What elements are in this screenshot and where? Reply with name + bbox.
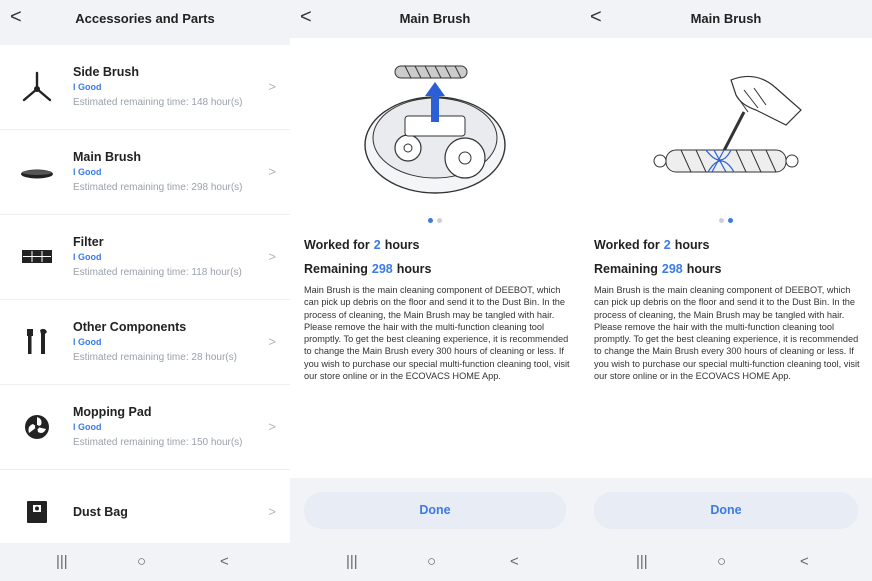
remaining-time: Estimated remaining time: 148 hour(s): [73, 97, 243, 108]
tools-icon: [27, 328, 47, 354]
filter-icon: [22, 250, 52, 263]
top-bar: < Main Brush: [290, 0, 580, 38]
accessories-screen: < Accessories and Parts Side Brush l Goo…: [0, 0, 290, 581]
status-badge: l Good: [73, 252, 102, 262]
system-navbar: ||| ○ <: [290, 543, 580, 581]
chevron-right-icon: >: [268, 334, 276, 349]
worked-label: Worked for: [304, 238, 370, 252]
chevron-right-icon: >: [268, 419, 276, 434]
brush-cleaning-illustration: [653, 75, 802, 173]
home-button[interactable]: ○: [137, 553, 146, 570]
main-brush-detail-screen-2: < Main Brush Worked for 2 hours Remainin…: [580, 0, 872, 581]
dust-bag-icon: [27, 501, 47, 523]
nav-back-button[interactable]: <: [510, 553, 519, 570]
description-text: Main Brush is the main cleaning componen…: [594, 285, 860, 382]
item-name: Dust Bag: [73, 505, 128, 519]
status-badge: l Good: [73, 82, 102, 92]
item-name: Mopping Pad: [73, 405, 152, 419]
worked-for-line: Worked for 2 hours: [304, 238, 570, 252]
system-navbar: ||| ○ <: [0, 543, 290, 581]
list-item-main-brush[interactable]: Main Brush l Good Estimated remaining ti…: [0, 130, 290, 215]
chevron-right-icon: >: [268, 164, 276, 179]
top-bar: < Accessories and Parts: [0, 0, 290, 38]
list-item-other-components[interactable]: Other Components l Good Estimated remain…: [0, 300, 290, 385]
done-button[interactable]: Done: [594, 492, 858, 529]
page-indicator: [580, 210, 872, 228]
chevron-right-icon: >: [268, 249, 276, 264]
done-button[interactable]: Done: [304, 492, 566, 529]
home-button[interactable]: ○: [427, 553, 436, 570]
remaining-label: Remaining: [594, 262, 658, 276]
main-brush-detail-screen-1: < Main Brush Worked for 2 hours Remainin…: [290, 0, 580, 581]
robot-brush-removal-illustration: [364, 65, 506, 194]
page-dot-1[interactable]: [428, 218, 433, 223]
main-brush-icon: [21, 169, 53, 179]
status-badge: l Good: [73, 167, 102, 177]
page-dot-1[interactable]: [719, 218, 724, 223]
nav-back-button[interactable]: <: [800, 553, 809, 570]
side-brush-icon: [22, 71, 52, 102]
description-text: Main Brush is the main cleaning componen…: [304, 285, 570, 382]
page-title: Accessories and Parts: [75, 11, 215, 26]
recents-button[interactable]: |||: [56, 553, 68, 570]
worked-hours-value: 2: [373, 238, 381, 252]
recents-button[interactable]: |||: [346, 553, 358, 570]
remaining-label: Remaining: [304, 262, 368, 276]
mopping-pad-icon: [25, 415, 49, 439]
home-button[interactable]: ○: [717, 553, 726, 570]
status-badge: l Good: [73, 422, 102, 432]
top-bar: < Main Brush: [580, 0, 872, 38]
remaining-time: Estimated remaining time: 298 hour(s): [73, 182, 243, 193]
item-name: Other Components: [73, 320, 187, 334]
remaining-hours-value: 298: [661, 262, 683, 276]
list-item-filter[interactable]: Filter l Good Estimated remaining time: …: [0, 215, 290, 300]
detail-card: Worked for 2 hours Remaining 298 hours Main …: [290, 38, 580, 478]
remaining-time: Estimated remaining time: 118 hour(s): [73, 267, 242, 278]
chevron-right-icon: >: [268, 504, 276, 519]
list-item-mopping-pad[interactable]: Mopping Pad l Good Estimated remaining t…: [0, 385, 290, 470]
page-indicator: [290, 210, 580, 228]
worked-label: Worked for: [594, 238, 660, 252]
remaining-hours-value: 298: [371, 262, 393, 276]
item-name: Side Brush: [73, 65, 139, 79]
remaining-unit: hours: [396, 262, 432, 276]
worked-unit: hours: [384, 238, 420, 252]
worked-unit: hours: [674, 238, 710, 252]
remaining-unit: hours: [686, 262, 722, 276]
status-badge: l Good: [73, 337, 102, 347]
remaining-time: Estimated remaining time: 150 hour(s): [73, 437, 243, 448]
page-dot-2[interactable]: [728, 218, 733, 223]
chevron-right-icon: >: [268, 79, 276, 94]
detail-card: Worked for 2 hours Remaining 298 hours Main …: [580, 38, 872, 478]
remaining-line: Remaining 298 hours: [304, 262, 570, 276]
nav-back-button[interactable]: <: [220, 553, 229, 570]
usage-info: Worked for 2 hours Remaining 298 hours Main …: [304, 238, 570, 382]
worked-for-line: Worked for 2 hours: [594, 238, 862, 252]
system-navbar: ||| ○ <: [580, 543, 872, 581]
item-name: Main Brush: [73, 150, 142, 164]
remaining-time: Estimated remaining time: 28 hour(s): [73, 352, 237, 363]
page-title: Main Brush: [399, 11, 471, 26]
page-dot-2[interactable]: [437, 218, 442, 223]
accessory-list: Side Brush l Good Estimated remaining ti…: [0, 45, 290, 555]
page-title: Main Brush: [690, 11, 762, 26]
item-name: Filter: [73, 235, 104, 249]
remaining-line: Remaining 298 hours: [594, 262, 862, 276]
list-item-side-brush[interactable]: Side Brush l Good Estimated remaining ti…: [0, 45, 290, 130]
worked-hours-value: 2: [663, 238, 671, 252]
recents-button[interactable]: |||: [636, 553, 648, 570]
usage-info: Worked for 2 hours Remaining 298 hours Main …: [594, 238, 862, 382]
